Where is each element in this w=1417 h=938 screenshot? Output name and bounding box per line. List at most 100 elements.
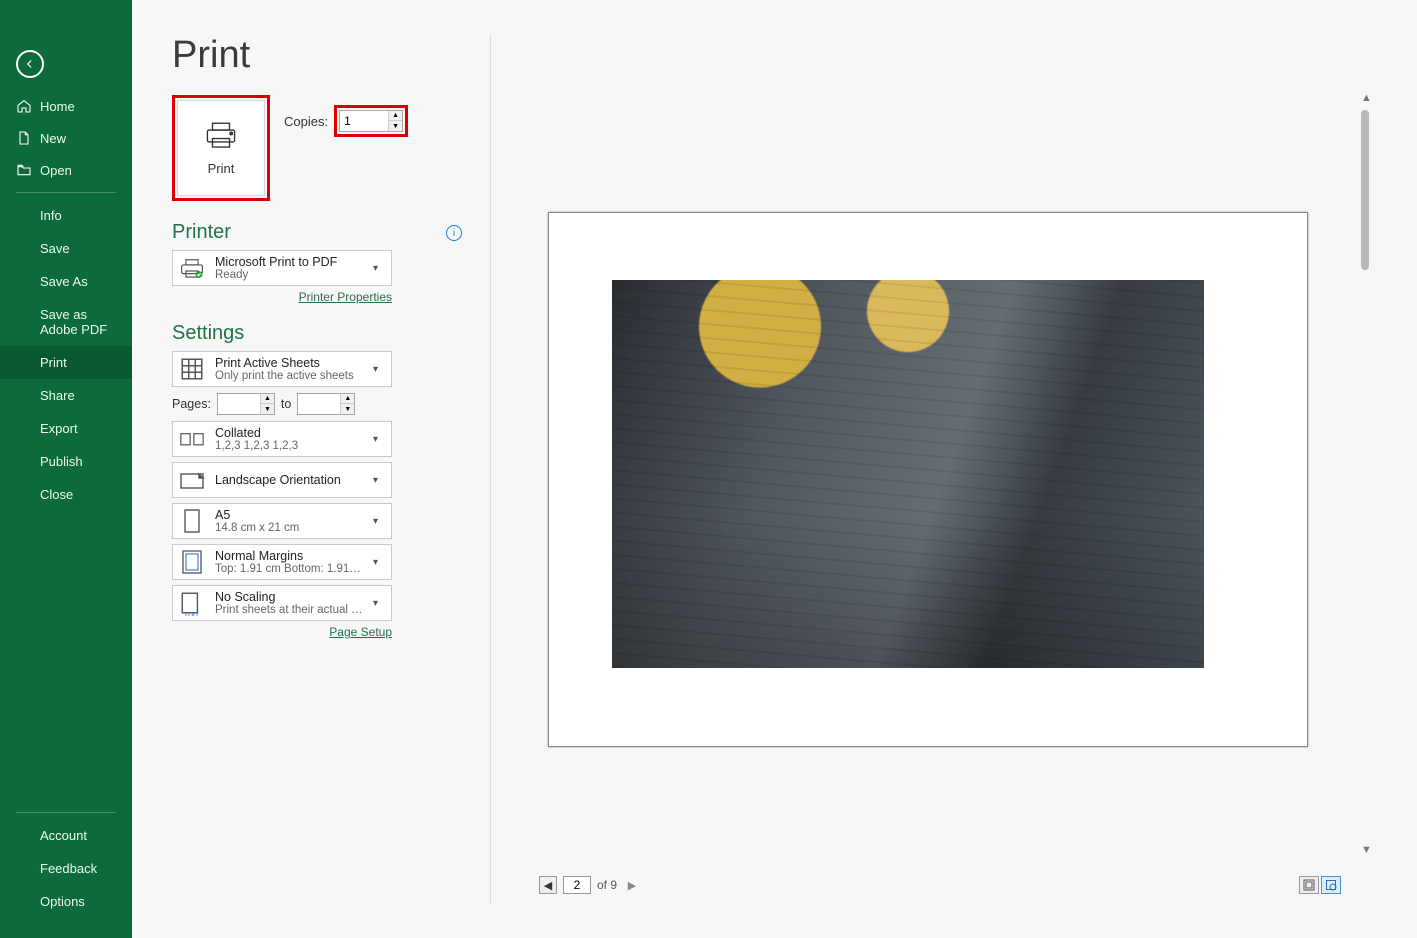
scaling-icon: 100: [179, 590, 205, 616]
setting-line1: Normal Margins: [215, 549, 363, 563]
collated-icon: [179, 426, 205, 452]
setting-line2: Top: 1.91 cm Bottom: 1.91 c…: [215, 563, 363, 575]
scroll-up-arrow[interactable]: ▲: [1361, 92, 1371, 104]
chevron-down-icon: ▾: [373, 434, 385, 445]
sidebar-item-label: Save as Adobe PDF: [40, 307, 107, 337]
chevron-down-icon: ▾: [373, 364, 385, 375]
settings-heading: Settings: [172, 322, 462, 345]
sidebar-item-share[interactable]: Share: [0, 379, 132, 412]
setting-line1: Print Active Sheets: [215, 356, 363, 370]
orientation-select[interactable]: Landscape Orientation ▾: [172, 462, 392, 498]
chevron-down-icon: ▾: [373, 516, 385, 527]
sidebar-item-account[interactable]: Account: [0, 819, 132, 852]
sidebar-item-options[interactable]: Options: [0, 885, 132, 918]
sidebar-item-close[interactable]: Close: [0, 478, 132, 511]
printer-status: Ready: [215, 269, 363, 281]
current-page-input[interactable]: [563, 876, 591, 894]
pages-to-label: to: [281, 397, 291, 411]
pages-to-spinner[interactable]: ▲▼: [297, 393, 355, 415]
svg-text:100: 100: [183, 610, 198, 616]
back-arrow-button[interactable]: [16, 50, 44, 78]
sidebar-item-label: Account: [40, 828, 87, 843]
setting-line2: 1,2,3 1,2,3 1,2,3: [215, 440, 363, 452]
spin-down[interactable]: ▼: [260, 404, 274, 414]
setting-line2: Print sheets at their actual size: [215, 604, 363, 616]
setting-line1: Collated: [215, 426, 363, 440]
new-file-icon: [16, 130, 32, 146]
pages-from-input[interactable]: [218, 394, 260, 414]
chevron-down-icon: ▾: [373, 263, 385, 274]
page-setup-link[interactable]: Page Setup: [172, 625, 392, 639]
printer-name: Microsoft Print to PDF: [215, 255, 363, 269]
pages-from-spinner[interactable]: ▲▼: [217, 393, 275, 415]
printer-info-icon[interactable]: i: [446, 225, 462, 241]
sidebar-item-label: Export: [40, 421, 78, 436]
page-icon: [179, 508, 205, 534]
print-what-select[interactable]: Print Active SheetsOnly print the active…: [172, 351, 392, 387]
copies-input[interactable]: [340, 111, 388, 131]
sidebar-item-label: Info: [40, 208, 62, 223]
vertical-divider: [490, 34, 491, 904]
spin-up[interactable]: ▲: [260, 394, 274, 404]
print-button[interactable]: Print: [177, 100, 265, 196]
copies-spinner[interactable]: ▲▼: [339, 110, 403, 132]
pages-range-row: Pages: ▲▼ to ▲▼: [172, 393, 462, 415]
preview-scrollbar[interactable]: ▲ ▼: [1361, 104, 1371, 844]
sidebar-divider: [16, 192, 116, 193]
sidebar-item-open[interactable]: Open: [0, 154, 132, 186]
paper-size-select[interactable]: A514.8 cm x 21 cm ▾: [172, 503, 392, 539]
sidebar-item-label: Open: [40, 163, 72, 178]
spin-down[interactable]: ▼: [340, 404, 354, 414]
printer-properties-link[interactable]: Printer Properties: [172, 290, 392, 304]
prev-page-button[interactable]: ◀: [539, 876, 557, 894]
sidebar-item-label: Close: [40, 487, 73, 502]
collation-select[interactable]: Collated1,2,3 1,2,3 1,2,3 ▾: [172, 421, 392, 457]
sidebar-item-info[interactable]: Info: [0, 199, 132, 232]
sidebar-item-publish[interactable]: Publish: [0, 445, 132, 478]
highlight-copies-field: ▲▼: [334, 105, 408, 137]
scroll-thumb[interactable]: [1361, 110, 1369, 270]
next-page-button[interactable]: ▶: [623, 876, 641, 894]
scaling-select[interactable]: 100 No ScalingPrint sheets at their actu…: [172, 585, 392, 621]
sidebar-item-home[interactable]: Home: [0, 90, 132, 122]
sidebar-item-save[interactable]: Save: [0, 232, 132, 265]
spin-up[interactable]: ▲: [340, 394, 354, 404]
sidebar-item-label: Options: [40, 894, 85, 909]
zoom-to-page-toggle[interactable]: [1321, 876, 1341, 894]
sidebar-item-label: Print: [40, 355, 67, 370]
sidebar-item-save-as[interactable]: Save As: [0, 265, 132, 298]
sidebar-item-feedback[interactable]: Feedback: [0, 852, 132, 885]
setting-line2: 14.8 cm x 21 cm: [215, 522, 363, 534]
highlight-print-button: Print: [172, 95, 270, 201]
sidebar-item-export[interactable]: Export: [0, 412, 132, 445]
preview-image-placeholder: [612, 280, 1204, 668]
sidebar-item-label: New: [40, 131, 66, 146]
setting-line1: Landscape Orientation: [215, 473, 363, 487]
page-title: Print: [172, 34, 462, 77]
setting-line1: A5: [215, 508, 363, 522]
show-margins-toggle[interactable]: [1299, 876, 1319, 894]
sidebar-divider: [16, 812, 116, 813]
open-folder-icon: [16, 162, 32, 178]
home-icon: [16, 98, 32, 114]
preview-page: [548, 212, 1308, 747]
copies-spin-up[interactable]: ▲: [388, 111, 402, 121]
sidebar-item-print[interactable]: Print: [0, 346, 132, 379]
backstage-sidebar: Home New Open Info Save Save As Save as …: [0, 0, 132, 938]
sidebar-item-save-adobe-pdf[interactable]: Save as Adobe PDF: [0, 298, 132, 346]
chevron-down-icon: ▾: [373, 475, 385, 486]
margins-select[interactable]: Normal MarginsTop: 1.91 cm Bottom: 1.91 …: [172, 544, 392, 580]
chevron-down-icon: ▾: [373, 557, 385, 568]
sidebar-item-label: Publish: [40, 454, 83, 469]
copies-spin-down[interactable]: ▼: [388, 121, 402, 131]
scroll-down-arrow[interactable]: ▼: [1361, 844, 1371, 856]
printer-select[interactable]: Microsoft Print to PDF Ready ▾: [172, 250, 392, 286]
print-button-label: Print: [208, 161, 235, 176]
pages-label: Pages:: [172, 397, 211, 411]
setting-line2: Only print the active sheets: [215, 370, 363, 382]
sidebar-item-label: Home: [40, 99, 75, 114]
main-area: Print Print Copies: ▲▼: [132, 0, 1417, 938]
pages-to-input[interactable]: [298, 394, 340, 414]
sidebar-item-new[interactable]: New: [0, 122, 132, 154]
sidebar-item-label: Save: [40, 241, 70, 256]
